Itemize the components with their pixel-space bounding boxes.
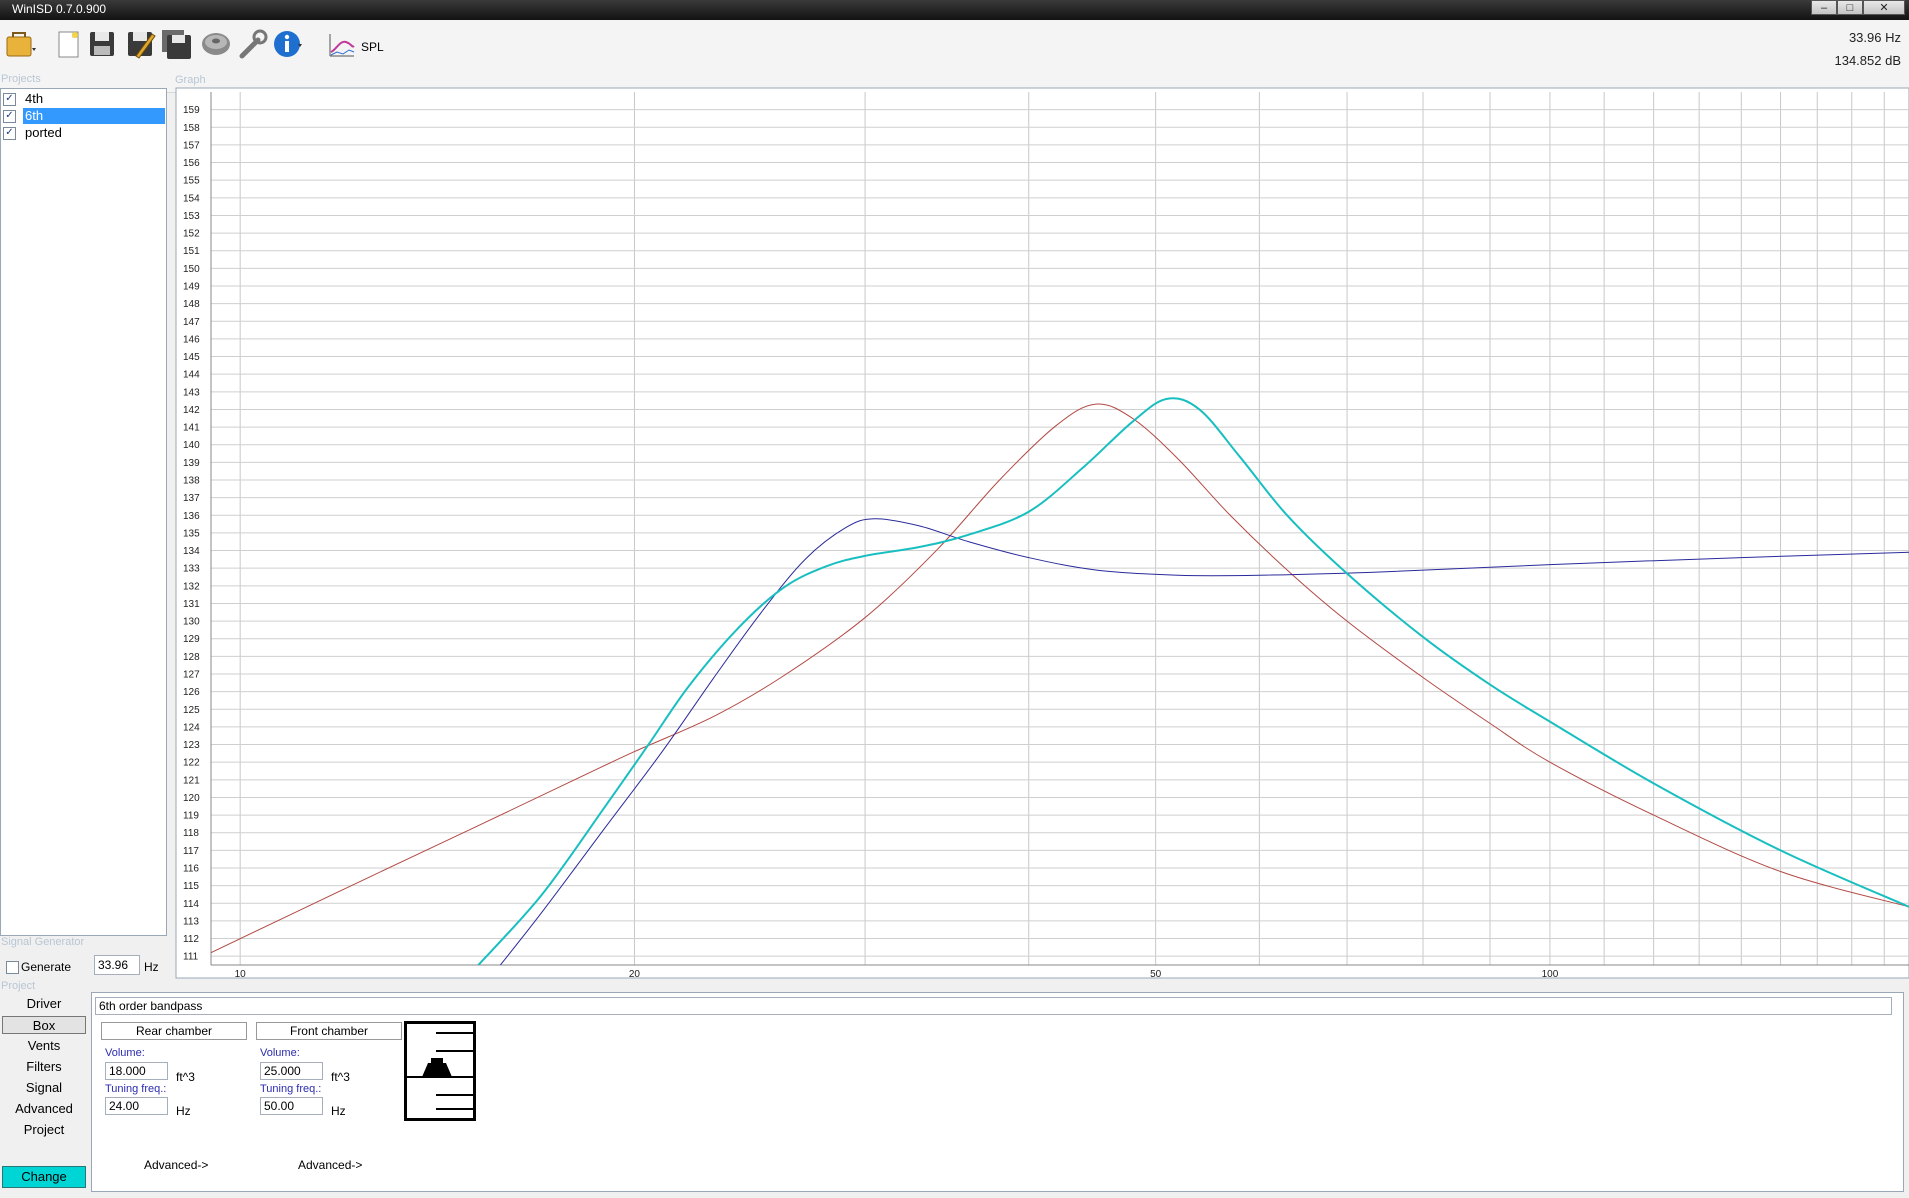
- rear-advanced-link[interactable]: Advanced->: [144, 1158, 208, 1172]
- x-tick-label: 100: [1542, 969, 1559, 980]
- nav-driver[interactable]: Driver: [2, 995, 86, 1013]
- y-tick-label: 118: [183, 828, 199, 839]
- x-tick-label: 10: [235, 969, 247, 980]
- y-tick-label: 134: [183, 546, 200, 557]
- box-description[interactable]: 6th order bandpass: [95, 997, 1892, 1015]
- y-tick-label: 151: [183, 246, 200, 257]
- box-settings-panel: 6th order bandpass Rear chamber Volume: …: [91, 992, 1904, 1192]
- y-tick-label: 144: [183, 370, 200, 381]
- rear-tuning-input[interactable]: 24.00: [105, 1097, 168, 1115]
- y-tick-label: 153: [183, 211, 200, 222]
- nav-filters[interactable]: Filters: [2, 1058, 86, 1076]
- nav-box[interactable]: Box: [2, 1016, 86, 1034]
- rear-volume-label: Volume:: [105, 1047, 145, 1059]
- y-tick-label: 125: [183, 705, 200, 716]
- y-tick-label: 121: [183, 775, 200, 786]
- generate-checkbox[interactable]: [6, 961, 19, 974]
- y-tick-label: 149: [183, 282, 200, 293]
- nav-vents[interactable]: Vents: [2, 1037, 86, 1055]
- y-tick-label: 152: [183, 229, 200, 240]
- y-tick-label: 120: [183, 793, 200, 804]
- y-tick-label: 111: [183, 952, 199, 963]
- y-tick-label: 114: [183, 899, 199, 910]
- y-axis-labels: 111 112 113 114 115 116 117 118 119 120 121 122 123 1…: [183, 105, 200, 963]
- front-tuning-input[interactable]: 50.00: [260, 1097, 323, 1115]
- y-tick-label: 112: [183, 934, 199, 945]
- y-tick-label: 130: [183, 617, 200, 628]
- signal-generator-header: Signal Generator: [1, 936, 85, 948]
- front-volume-label: Volume:: [260, 1047, 300, 1059]
- y-tick-label: 131: [183, 599, 200, 610]
- y-tick-label: 138: [183, 476, 200, 487]
- y-tick-label: 143: [183, 387, 200, 398]
- y-tick-label: 146: [183, 334, 200, 345]
- y-tick-label: 115: [183, 881, 199, 892]
- y-tick-label: 116: [183, 864, 199, 875]
- front-volume-input[interactable]: 25.000: [260, 1062, 323, 1080]
- nav-signal[interactable]: Signal: [2, 1079, 86, 1097]
- y-tick-label: 154: [183, 193, 200, 204]
- x-tick-label: 50: [1150, 969, 1162, 980]
- x-tick-label: 20: [629, 969, 641, 980]
- y-tick-label: 156: [183, 158, 200, 169]
- y-tick-label: 145: [183, 352, 200, 363]
- rear-chamber-header[interactable]: Rear chamber: [101, 1022, 247, 1040]
- y-tick-label: 141: [183, 423, 200, 434]
- y-tick-label: 133: [183, 564, 200, 575]
- y-tick-label: 132: [183, 581, 200, 592]
- y-tick-label: 123: [183, 740, 200, 751]
- generate-label: Generate: [21, 960, 72, 974]
- y-tick-label: 119: [183, 811, 199, 822]
- y-tick-label: 140: [183, 440, 200, 451]
- signal-frequency-input[interactable]: 33.96: [94, 955, 140, 975]
- front-tuning-unit: Hz: [331, 1104, 346, 1118]
- front-advanced-link[interactable]: Advanced->: [298, 1158, 362, 1172]
- nav-advanced[interactable]: Advanced: [2, 1100, 86, 1118]
- y-tick-label: 142: [183, 405, 200, 416]
- nav-project[interactable]: Project: [2, 1121, 86, 1139]
- change-button[interactable]: Change: [2, 1166, 86, 1188]
- y-tick-label: 117: [183, 846, 199, 857]
- front-tuning-label: Tuning freq.:: [260, 1083, 322, 1095]
- y-tick-label: 128: [183, 652, 200, 663]
- y-tick-label: 126: [183, 687, 200, 698]
- rear-volume-input[interactable]: 18.000: [105, 1062, 168, 1080]
- y-tick-label: 147: [183, 317, 200, 328]
- y-tick-label: 124: [183, 722, 200, 733]
- y-tick-label: 150: [183, 264, 200, 275]
- y-tick-label: 127: [183, 670, 200, 681]
- box-diagram: [404, 1021, 476, 1121]
- y-tick-label: 157: [183, 140, 200, 151]
- rear-tuning-label: Tuning freq.:: [105, 1083, 167, 1095]
- project-section-header: Project: [1, 980, 36, 992]
- spl-graph[interactable]: 111 112 113 114 115 116 117 118 119 120 121 122 123 1…: [0, 0, 1909, 990]
- rear-volume-unit: ft^3: [176, 1070, 195, 1084]
- y-tick-label: 122: [183, 758, 200, 769]
- y-tick-label: 135: [183, 528, 200, 539]
- y-tick-label: 136: [183, 511, 200, 522]
- y-tick-label: 148: [183, 299, 200, 310]
- front-volume-unit: ft^3: [331, 1070, 350, 1084]
- y-tick-label: 139: [183, 458, 200, 469]
- y-tick-label: 113: [183, 916, 199, 927]
- y-tick-label: 159: [183, 105, 200, 116]
- y-tick-label: 129: [183, 634, 200, 645]
- signal-frequency-unit: Hz: [144, 960, 159, 974]
- rear-tuning-unit: Hz: [176, 1104, 191, 1118]
- y-tick-label: 158: [183, 123, 200, 134]
- y-tick-label: 155: [183, 176, 200, 187]
- front-chamber-header[interactable]: Front chamber: [256, 1022, 402, 1040]
- y-tick-label: 137: [183, 493, 200, 504]
